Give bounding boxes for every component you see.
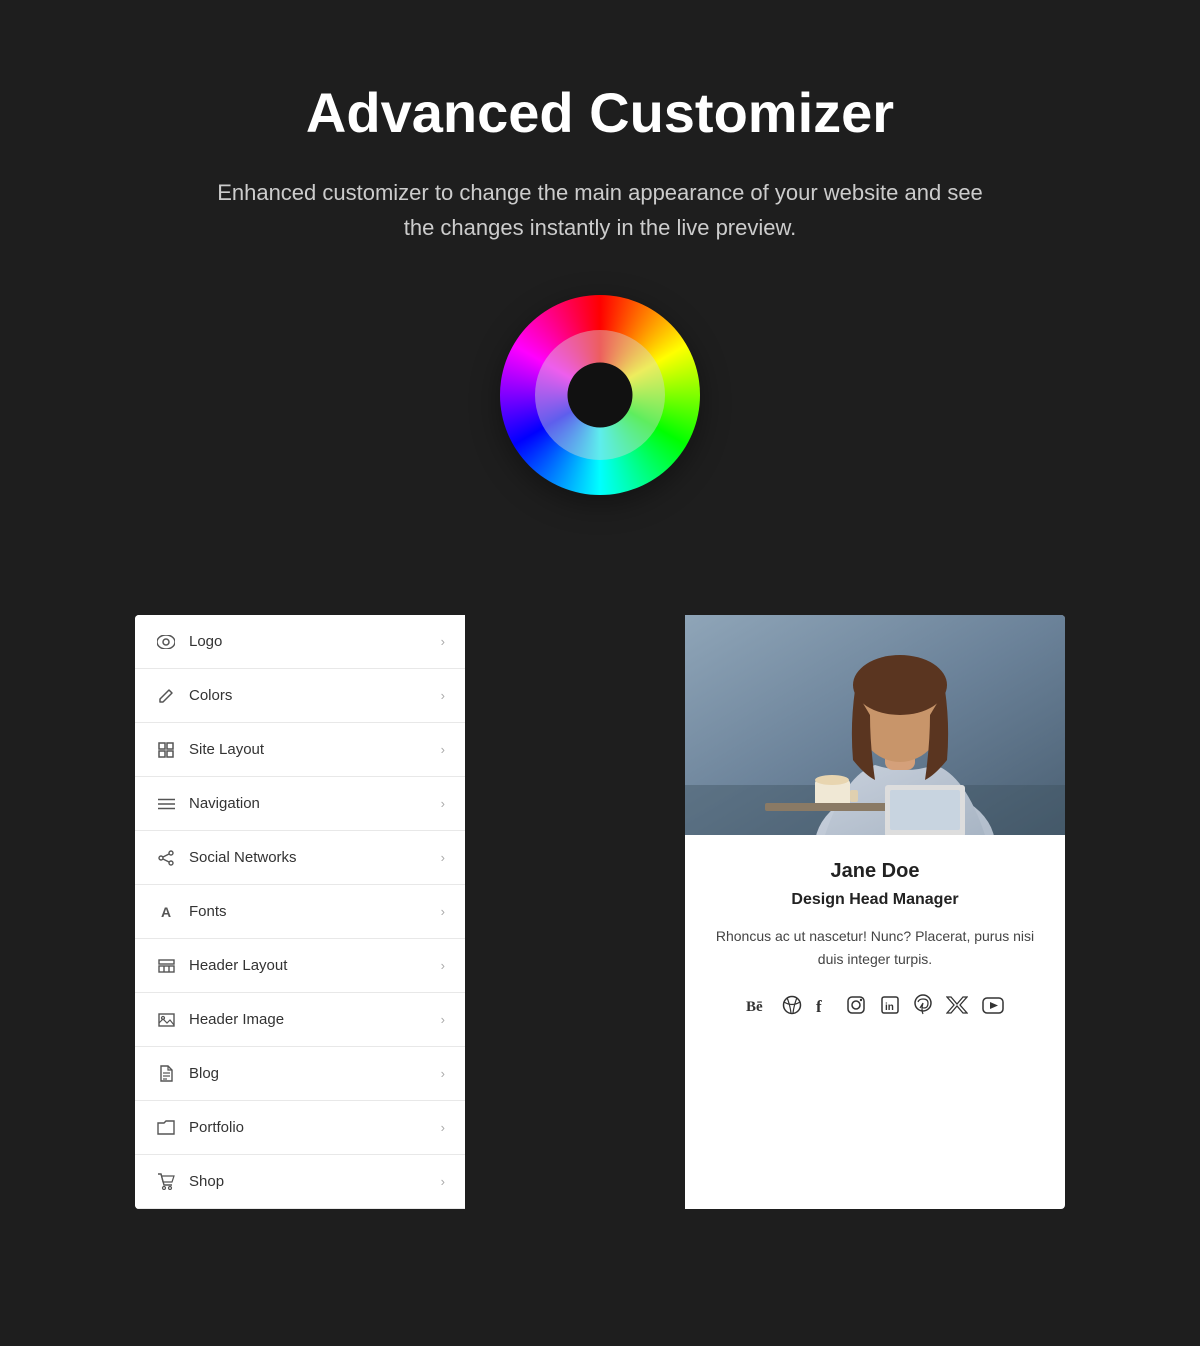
share-icon	[155, 850, 177, 866]
facebook-icon[interactable]: f	[816, 995, 832, 1015]
sidebar-item-logo[interactable]: Logo ›	[135, 615, 465, 669]
svg-text:in: in	[885, 1002, 894, 1013]
chevron-right-icon: ›	[441, 958, 445, 973]
cart-icon	[155, 1173, 177, 1190]
bottom-section: Logo › Colors › Site Layo	[0, 615, 1200, 1209]
chevron-right-icon: ›	[441, 634, 445, 649]
grid-icon	[155, 742, 177, 758]
chevron-right-icon: ›	[441, 1066, 445, 1081]
sidebar-item-portfolio[interactable]: Portfolio ›	[135, 1101, 465, 1155]
sidebar-item-shop[interactable]: Shop ›	[135, 1155, 465, 1209]
social-icons-row: Bē f	[715, 994, 1035, 1016]
chevron-right-icon: ›	[441, 742, 445, 757]
youtube-icon[interactable]	[982, 997, 1004, 1014]
sidebar-item-label: Social Networks	[189, 849, 441, 866]
page-title: Advanced Customizer	[306, 80, 894, 145]
sidebar-item-blog[interactable]: Blog ›	[135, 1047, 465, 1101]
chevron-right-icon: ›	[441, 1012, 445, 1027]
sidebar-item-label: Shop	[189, 1173, 441, 1190]
eye-icon	[155, 635, 177, 649]
sidebar-item-label: Blog	[189, 1065, 441, 1082]
doc-icon	[155, 1065, 177, 1082]
sidebar-item-site-layout[interactable]: Site Layout ›	[135, 723, 465, 777]
sidebar-item-label: Header Image	[189, 1011, 441, 1028]
hero-description: Enhanced customizer to change the main a…	[210, 175, 990, 245]
sidebar-panel: Logo › Colors › Site Layo	[135, 615, 465, 1209]
sidebar-item-label: Logo	[189, 633, 441, 650]
menu-icon	[155, 798, 177, 810]
sidebar-item-header-image[interactable]: Header Image ›	[135, 993, 465, 1047]
profile-info: Jane Doe Design Head Manager Rhoncus ac …	[685, 835, 1065, 1051]
sidebar-item-header-layout[interactable]: Header Layout ›	[135, 939, 465, 993]
dribbble-icon[interactable]	[782, 995, 802, 1015]
sidebar-item-label: Header Layout	[189, 957, 441, 974]
sidebar-item-colors[interactable]: Colors ›	[135, 669, 465, 723]
sidebar-item-fonts[interactable]: A Fonts ›	[135, 885, 465, 939]
sidebar-item-navigation[interactable]: Navigation ›	[135, 777, 465, 831]
chevron-right-icon: ›	[441, 796, 445, 811]
chevron-right-icon: ›	[441, 850, 445, 865]
pinterest-icon[interactable]	[914, 994, 932, 1016]
svg-text:Bē: Bē	[746, 999, 763, 1013]
linkedin-icon[interactable]: in	[880, 995, 900, 1015]
table-icon	[155, 959, 177, 973]
chevron-right-icon: ›	[441, 1174, 445, 1189]
pencil-icon	[155, 688, 177, 704]
color-wheel-outer	[500, 295, 700, 495]
profile-panel: Jane Doe Design Head Manager Rhoncus ac …	[685, 615, 1065, 1209]
folder-icon	[155, 1120, 177, 1135]
profile-name: Jane Doe	[715, 860, 1035, 883]
chevron-right-icon: ›	[441, 1120, 445, 1135]
sidebar-item-label: Colors	[189, 687, 441, 704]
sidebar-item-label: Navigation	[189, 795, 441, 812]
chevron-right-icon: ›	[441, 904, 445, 919]
instagram-icon[interactable]	[846, 995, 866, 1015]
twitter-icon[interactable]	[946, 996, 968, 1014]
profile-image	[685, 615, 1065, 835]
sidebar-item-label: Portfolio	[189, 1119, 441, 1136]
profile-bio: Rhoncus ac ut nascetur! Nunc? Placerat, …	[715, 925, 1035, 970]
sidebar-item-label: Fonts	[189, 903, 441, 920]
profile-job-title: Design Head Manager	[715, 891, 1035, 909]
sidebar-item-social-networks[interactable]: Social Networks ›	[135, 831, 465, 885]
behance-icon[interactable]: Bē	[746, 997, 768, 1013]
svg-text:f: f	[816, 997, 822, 1015]
hero-section: Advanced Customizer Enhanced customizer …	[0, 0, 1200, 615]
chevron-right-icon: ›	[441, 688, 445, 703]
font-icon: A	[155, 904, 177, 920]
color-wheel-center	[568, 363, 633, 428]
image-icon	[155, 1013, 177, 1027]
sidebar-item-label: Site Layout	[189, 741, 441, 758]
color-wheel	[500, 295, 700, 495]
